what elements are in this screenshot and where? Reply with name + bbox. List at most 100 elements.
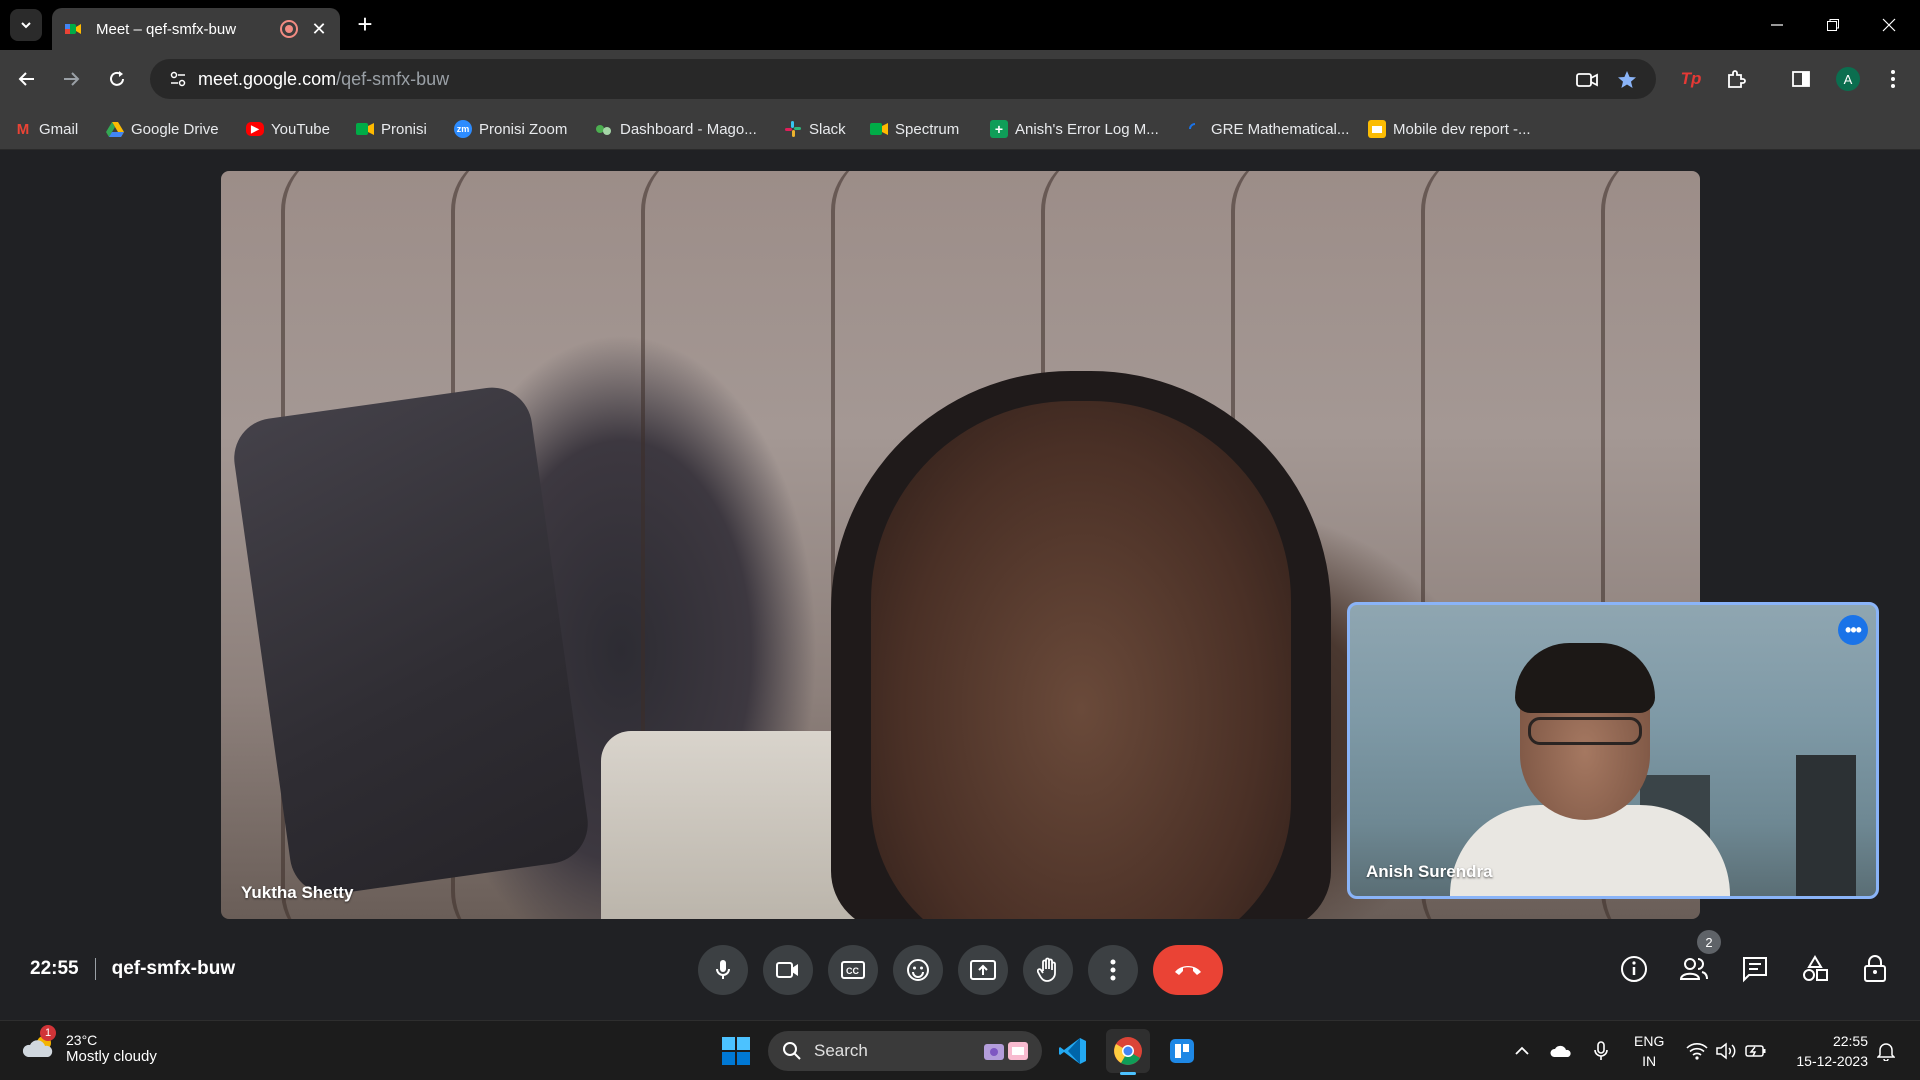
bookmark-star-icon[interactable] (1614, 67, 1640, 93)
bookmarks-bar: M Gmail Google Drive ▶ YouTube Pronisi zm P… (0, 108, 1920, 150)
more-options-button[interactable] (1088, 945, 1138, 995)
tab-search-button[interactable] (10, 9, 42, 41)
weather-description: Mostly cloudy (66, 1047, 157, 1065)
bookmark-pronisi[interactable]: Pronisi (356, 118, 427, 140)
forward-button[interactable] (56, 64, 86, 94)
bookmark-slack[interactable]: Slack (784, 118, 846, 140)
profile-avatar[interactable]: A (1833, 64, 1863, 94)
notifications-icon[interactable] (1874, 1039, 1898, 1063)
activities-button[interactable] (1799, 953, 1831, 985)
app-tile-icon (1170, 1039, 1194, 1063)
people-icon (1679, 958, 1708, 980)
vscode-icon (1059, 1038, 1086, 1064)
meet-stage: Yuktha Shetty ••• Anish Surendra (0, 150, 1920, 1020)
restore-button[interactable] (1805, 0, 1861, 50)
closed-captions-icon: CC (841, 961, 865, 979)
clock-date: 15-12-2023 (1796, 1053, 1868, 1069)
weather-temperature: 23°C (66, 1031, 98, 1048)
weather-widget[interactable]: 1 23°C Mostly cloudy (22, 1025, 157, 1065)
volume-icon[interactable] (1714, 1039, 1738, 1063)
google-drive-icon (106, 120, 124, 138)
meeting-time: 22:55 (30, 958, 79, 979)
loading-icon (1186, 120, 1204, 138)
hand-icon (1037, 957, 1056, 982)
bookmark-google-drive[interactable]: Google Drive (106, 118, 219, 140)
reactions-button[interactable] (893, 945, 943, 995)
cloudy-weather-icon: 1 (22, 1025, 56, 1065)
bookmark-gmail[interactable]: M Gmail (14, 118, 78, 140)
bookmark-youtube[interactable]: ▶ YouTube (246, 118, 330, 140)
meet-icon (65, 24, 81, 34)
reload-button[interactable] (102, 64, 132, 94)
taskbar-search-label: Search (814, 1041, 868, 1060)
meeting-info-button[interactable] (1618, 953, 1650, 985)
camera-button[interactable] (763, 945, 813, 995)
minimize-button[interactable] (1749, 0, 1805, 50)
bookmark-error-log[interactable]: + Anish's Error Log M... (990, 118, 1159, 140)
self-view-tile[interactable]: ••• Anish Surendra (1347, 602, 1879, 899)
onedrive-icon[interactable] (1549, 1039, 1573, 1063)
taskbar-vscode[interactable] (1051, 1029, 1095, 1073)
new-tab-button[interactable]: + (352, 11, 378, 38)
taskbar-clock[interactable]: 22:55 15-12-2023 (1784, 1031, 1868, 1071)
sheets-icon: + (990, 120, 1008, 138)
lock-person-icon (1864, 955, 1886, 982)
raise-hand-button[interactable] (1023, 945, 1073, 995)
windows-logo-icon (722, 1037, 750, 1065)
windows-start-button[interactable] (714, 1029, 758, 1073)
tp-extension-icon[interactable]: Tp (1676, 64, 1706, 94)
tray-overflow-icon[interactable] (1510, 1039, 1534, 1063)
bookmark-spectrum[interactable]: Spectrum (870, 118, 959, 140)
present-button[interactable] (958, 945, 1008, 995)
meeting-code: qef-smfx-buw (111, 958, 236, 979)
bookmark-dashboard[interactable]: Dashboard - Mago... (595, 118, 757, 140)
tab-close-icon[interactable]: ✕ (310, 19, 328, 40)
wifi-icon[interactable] (1685, 1039, 1709, 1063)
captions-button[interactable]: CC (828, 945, 878, 995)
self-tile-more-options-button[interactable]: ••• (1838, 615, 1868, 645)
chat-icon (1743, 957, 1767, 983)
microphone-tray-icon[interactable] (1589, 1039, 1613, 1063)
battery-icon[interactable] (1744, 1039, 1768, 1063)
weather-alert-badge: 1 (40, 1025, 56, 1041)
host-controls-button[interactable] (1859, 953, 1891, 985)
reload-icon (110, 71, 124, 86)
end-call-icon (1175, 966, 1201, 975)
taskbar-search[interactable]: Search (768, 1031, 1042, 1071)
youtube-icon: ▶ (246, 122, 264, 136)
microphone-button[interactable] (698, 945, 748, 995)
restore-icon (1827, 19, 1839, 31)
clock-time: 22:55 (1832, 1033, 1868, 1049)
chat-button[interactable] (1739, 953, 1771, 985)
address-bar[interactable]: meet.google.com/qef-smfx-buw (150, 59, 1656, 99)
bookmark-pronisi-zoom[interactable]: zm Pronisi Zoom (454, 118, 567, 140)
tab-strip: Meet – qef-smfx-buw ✕ + (0, 0, 1920, 50)
people-button[interactable] (1678, 953, 1710, 985)
taskbar-chrome[interactable] (1106, 1029, 1150, 1075)
more-horiz-icon: ••• (1845, 620, 1862, 640)
leave-call-button[interactable] (1153, 945, 1223, 995)
input-language-indicator[interactable]: ENG IN (1634, 1031, 1664, 1071)
bookmark-mobile-dev-report[interactable]: Mobile dev report -... (1368, 118, 1531, 140)
slack-icon (784, 120, 802, 138)
url-text: meet.google.com/qef-smfx-buw (198, 68, 450, 89)
browser-menu-icon[interactable] (1878, 64, 1908, 94)
windows-taskbar: 1 23°C Mostly cloudy Search ENG IN 22:55… (0, 1020, 1920, 1080)
zoom-icon: zm (454, 120, 472, 138)
extensions-icon[interactable] (1721, 64, 1751, 94)
shapes-icon (1803, 955, 1828, 981)
site-info-icon[interactable] (158, 70, 198, 88)
camera-icon (776, 962, 798, 978)
side-panel-icon[interactable] (1786, 64, 1816, 94)
camera-in-use-icon[interactable] (1574, 67, 1600, 93)
back-button[interactable] (12, 64, 42, 94)
main-participant-name: Yuktha Shetty (241, 883, 354, 902)
bookmark-gre[interactable]: GRE Mathematical... (1186, 118, 1349, 140)
close-window-button[interactable] (1861, 0, 1917, 50)
slides-icon (1368, 120, 1386, 138)
tab-meet[interactable]: Meet – qef-smfx-buw ✕ (52, 8, 340, 50)
meet-icon (870, 120, 888, 138)
tab-title: Meet – qef-smfx-buw (96, 20, 237, 38)
meet-icon (356, 120, 374, 138)
taskbar-todo-app[interactable] (1160, 1029, 1204, 1073)
